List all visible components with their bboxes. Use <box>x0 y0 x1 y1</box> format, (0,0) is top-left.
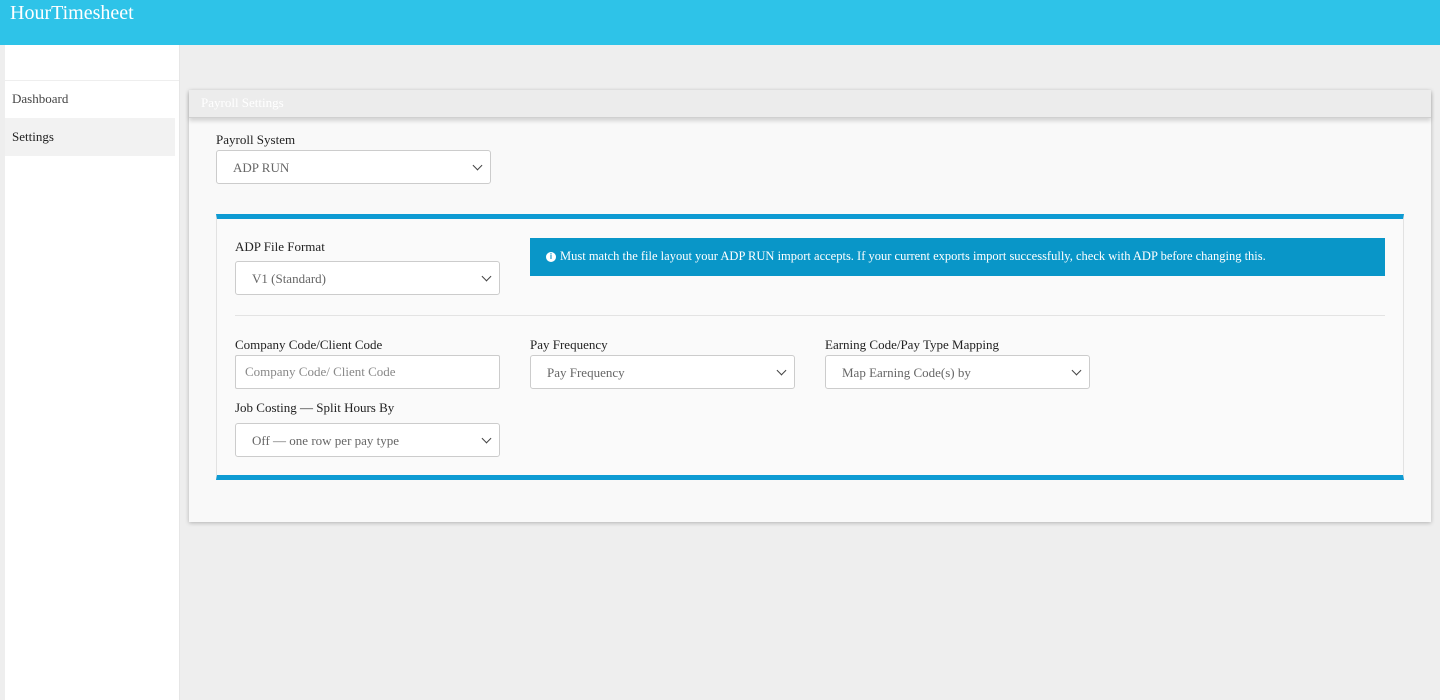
panel-heading: Payroll Settings <box>189 90 1431 118</box>
adp-file-format-value: V1 (Standard) <box>252 271 327 286</box>
sidebar-item-label: Dashboard <box>12 91 69 106</box>
earning-code-label: Earning Code/Pay Type Mapping <box>825 337 999 352</box>
adp-file-format-select[interactable]: V1 (Standard) <box>235 261 500 295</box>
alert-text: Must match the file layout your ADP RUN … <box>560 249 1266 263</box>
sidebar-item-dashboard[interactable]: Dashboard <box>5 80 175 118</box>
payroll-system-select[interactable]: ADP RUN <box>216 150 491 184</box>
divider <box>235 315 1385 316</box>
chevron-down-icon <box>1071 365 1082 376</box>
job-costing-value: Off — one row per pay type <box>252 433 400 448</box>
sidebar-item-settings[interactable]: Settings <box>5 118 175 156</box>
pay-frequency-label: Pay Frequency <box>530 337 608 352</box>
chevron-down-icon <box>776 365 787 376</box>
chevron-down-icon <box>481 433 492 444</box>
company-code-input[interactable] <box>235 355 500 389</box>
job-costing-select[interactable]: Off — one row per pay type <box>235 423 500 457</box>
chevron-down-icon <box>472 160 483 171</box>
job-costing-label: Job Costing — Split Hours By <box>235 400 395 415</box>
top-navbar: HourTimesheet <box>0 0 1440 45</box>
company-code-label: Company Code/Client Code <box>235 337 383 352</box>
pay-frequency-select[interactable]: Pay Frequency <box>530 355 795 389</box>
earning-code-value: Map Earning Code(s) by <box>842 365 971 380</box>
sidebar-header <box>5 45 179 81</box>
app-title[interactable]: HourTimesheet <box>10 2 134 25</box>
payroll-system-value: ADP RUN <box>233 160 290 175</box>
chevron-down-icon <box>481 271 492 282</box>
earning-code-select[interactable]: Map Earning Code(s) by <box>825 355 1090 389</box>
adp-format-alert: i Must match the file layout your ADP RUN… <box>530 238 1385 276</box>
payroll-system-label: Payroll System <box>216 132 296 147</box>
info-icon: i <box>546 252 556 262</box>
sidebar-item-label: Settings <box>12 129 54 144</box>
pay-frequency-value: Pay Frequency <box>547 365 625 380</box>
adp-file-format-label: ADP File Format <box>235 239 325 254</box>
